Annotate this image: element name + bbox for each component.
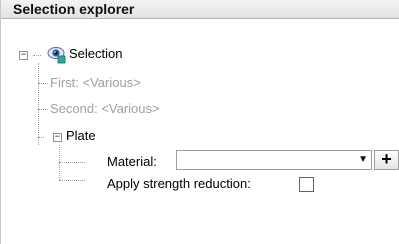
panel-header: Selection explorer (1, 0, 399, 19)
tree-node-first[interactable]: First: <Various> (50, 75, 141, 90)
tree-node-plate[interactable]: Plate (66, 128, 96, 143)
plate-collapse-toggle[interactable]: − (53, 133, 62, 142)
eye-selection-icon (47, 44, 67, 67)
tree-node-second[interactable]: Second: <Various> (50, 101, 160, 116)
tree-line (59, 162, 85, 163)
material-label: Material: (107, 154, 157, 169)
selection-explorer-panel: Selection explorer (0, 0, 399, 244)
tree-line (59, 180, 85, 181)
strength-reduction-checkbox[interactable] (299, 177, 314, 192)
dropdown-arrow-icon[interactable]: ▼ (358, 154, 368, 165)
selection-collapse-toggle[interactable]: − (19, 51, 28, 60)
tree-line (33, 55, 41, 56)
panel-title: Selection explorer (13, 1, 135, 17)
strength-reduction-label: Apply strength reduction: (107, 176, 251, 191)
tree-node-selection[interactable]: Selection (69, 46, 122, 61)
tree-line (38, 109, 48, 110)
add-material-button[interactable]: + (374, 150, 399, 170)
tree-line (38, 63, 39, 145)
tree-line (38, 137, 44, 138)
tree-line (38, 83, 48, 84)
material-dropdown[interactable]: ▼ (176, 150, 372, 170)
